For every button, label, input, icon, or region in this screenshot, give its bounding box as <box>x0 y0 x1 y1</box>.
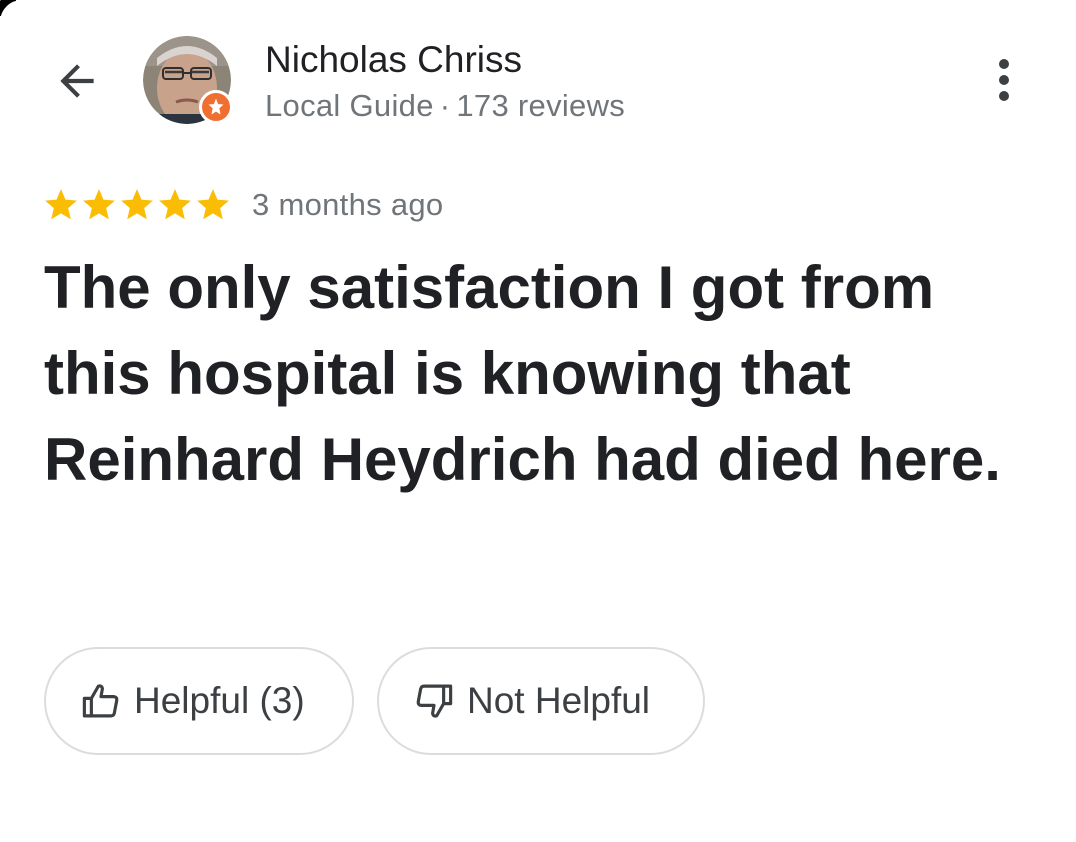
avatar[interactable] <box>143 36 233 124</box>
local-guide-badge <box>199 90 233 124</box>
star-icon <box>45 189 77 220</box>
review-count: 173 reviews <box>456 88 626 123</box>
review-time: 3 months ago <box>252 187 444 222</box>
not-helpful-button[interactable]: Not Helpful <box>377 647 705 755</box>
star-icon <box>197 189 229 220</box>
star-icon <box>83 189 115 220</box>
helpful-button[interactable]: Helpful (3) <box>44 647 354 755</box>
arrow-back-icon <box>60 64 94 98</box>
star-rating <box>42 186 232 224</box>
rating-row: 3 months ago <box>42 183 443 227</box>
reviewer-name[interactable]: Nicholas Chriss <box>265 38 522 82</box>
more-options-button[interactable] <box>978 52 1030 108</box>
local-guide-label: Local Guide <box>265 88 434 123</box>
not-helpful-label: Not Helpful <box>467 680 651 721</box>
star-icon <box>121 189 153 220</box>
back-button[interactable] <box>46 50 108 112</box>
reviewer-meta: Local Guide · 173 reviews <box>265 86 625 126</box>
thumb-up-icon <box>82 684 119 718</box>
local-guide-star-icon <box>208 98 224 115</box>
helpful-label: Helpful (3) <box>134 680 305 721</box>
meta-separator: · <box>439 88 451 123</box>
star-icon <box>159 189 191 220</box>
more-vertical-icon <box>999 59 1009 101</box>
review-text: The only satisfaction I got from this ho… <box>44 254 1001 493</box>
screen-corner <box>0 0 22 22</box>
thumb-down-icon <box>416 684 453 718</box>
